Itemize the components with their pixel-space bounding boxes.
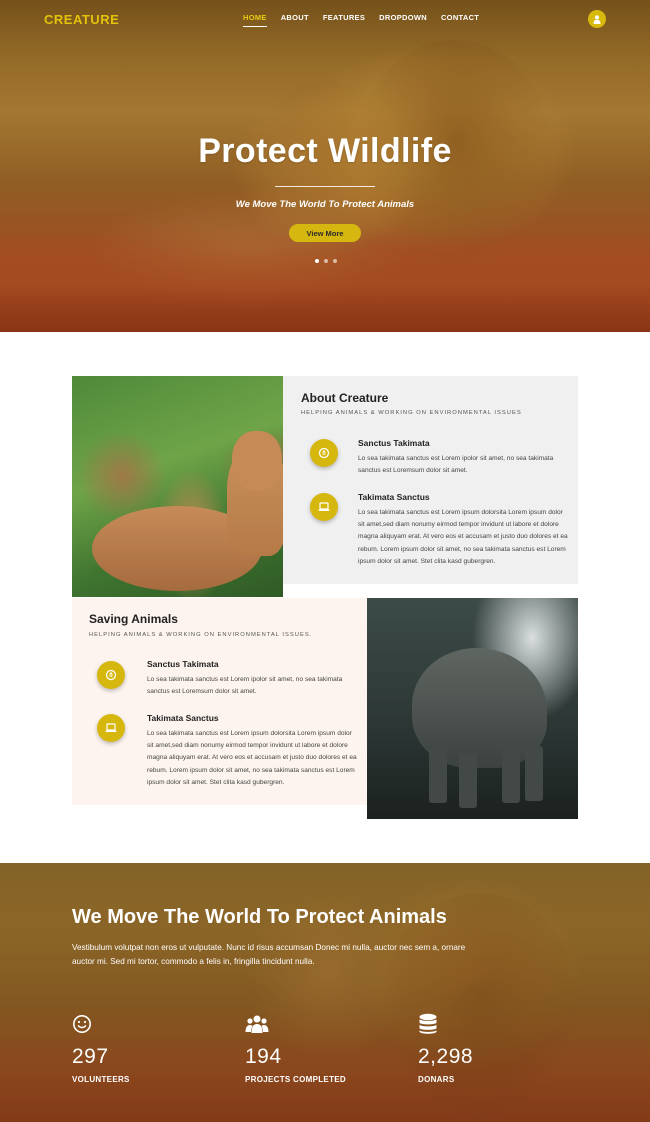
saving-feature-1-text: Lo sea takimata sanctus est Lorem ipolor… <box>147 676 343 696</box>
recycle-icon <box>318 447 330 459</box>
users-icon <box>245 1015 269 1033</box>
stat-volunteers-value: 297 <box>72 1045 109 1068</box>
about-feature-2-title: Takimata Sanctus <box>358 492 430 502</box>
about-feature-2-icon-badge <box>310 493 338 521</box>
slider-dot-1[interactable] <box>315 259 319 263</box>
saving-title: Saving Animals <box>89 612 178 626</box>
saving-feature-1-title: Sanctus Takimata <box>147 659 219 669</box>
stat-projects-label: PROJECTS COMPLETED <box>245 1075 346 1084</box>
stat-volunteers-label: VOLUNTEERS <box>72 1075 130 1084</box>
about-feature-1-text: Lo sea takimata sanctus est Lorem ipolor… <box>358 455 554 475</box>
saving-feature-2-text: Lo sea takimata sanctus est Lorem ipsum … <box>147 730 357 786</box>
about-title: About Creature <box>301 391 389 405</box>
menu-item-features[interactable]: FEATURES <box>323 13 365 27</box>
stat-projects-value: 194 <box>245 1045 282 1068</box>
menu-item-contact[interactable]: CONTACT <box>441 13 479 27</box>
stat-donars-label: DONARS <box>418 1075 455 1084</box>
about-panel: About Creature HELPING ANIMALS & WORKING… <box>283 376 578 584</box>
antelope-image <box>72 376 283 597</box>
recycle-icon <box>105 669 117 681</box>
saving-animals-panel: Saving Animals HELPING ANIMALS & WORKING… <box>72 598 367 805</box>
stat-projects: 194 PROJECTS COMPLETED <box>245 1013 375 1084</box>
laptop-icon <box>318 502 330 511</box>
stat-donars-value: 2,298 <box>418 1045 474 1068</box>
hero-divider <box>275 186 375 187</box>
stat-volunteers: 297 VOLUNTEERS <box>72 1013 202 1084</box>
user-icon <box>593 14 601 24</box>
saving-feature-2-title: Takimata Sanctus <box>147 713 219 723</box>
saving-subtitle: HELPING ANIMALS & WORKING ON ENVIRONMENT… <box>89 632 313 638</box>
stat-donars: 2,298 DONARS <box>418 1013 548 1084</box>
saving-feature-2-icon-badge <box>97 714 125 742</box>
about-feature-1-title: Sanctus Takimata <box>358 438 430 448</box>
laptop-icon <box>105 723 117 732</box>
about-subtitle: HELPING ANIMALS & WORKING ON ENVIRONMENT… <box>301 410 522 416</box>
database-icon <box>419 1013 437 1034</box>
mission-title: We Move The World To Protect Animals <box>72 906 447 928</box>
user-account-button[interactable] <box>588 10 606 28</box>
hero-section: CREATURE HOME ABOUT FEATURES DROPDOWN CO… <box>0 0 650 332</box>
about-feature-2-text: Lo sea takimata sanctus est Lorem ipsum … <box>358 509 568 565</box>
mission-text: Vestibulum volutpat non eros ut vulputat… <box>72 943 466 966</box>
menu-item-home[interactable]: HOME <box>243 13 267 27</box>
mission-section: We Move The World To Protect Animals Ves… <box>0 863 650 1122</box>
view-more-button[interactable]: View More <box>289 224 361 242</box>
menu-item-about[interactable]: ABOUT <box>281 13 309 27</box>
main-menu: HOME ABOUT FEATURES DROPDOWN CONTACT <box>243 13 479 27</box>
slider-dots <box>315 259 337 263</box>
navbar: CREATURE HOME ABOUT FEATURES DROPDOWN CO… <box>0 0 650 38</box>
menu-item-dropdown[interactable]: DROPDOWN <box>379 13 427 27</box>
saving-feature-1-icon-badge <box>97 661 125 689</box>
slider-dot-2[interactable] <box>324 259 328 263</box>
about-feature-1-icon-badge <box>310 439 338 467</box>
hero-subtitle: We Move The World To Protect Animals <box>235 199 415 210</box>
smiley-icon <box>73 1015 91 1033</box>
elephant-image <box>367 598 578 819</box>
hero-title: Protect Wildlife <box>198 132 452 170</box>
slider-dot-3[interactable] <box>333 259 337 263</box>
site-logo[interactable]: CREATURE <box>44 12 119 27</box>
